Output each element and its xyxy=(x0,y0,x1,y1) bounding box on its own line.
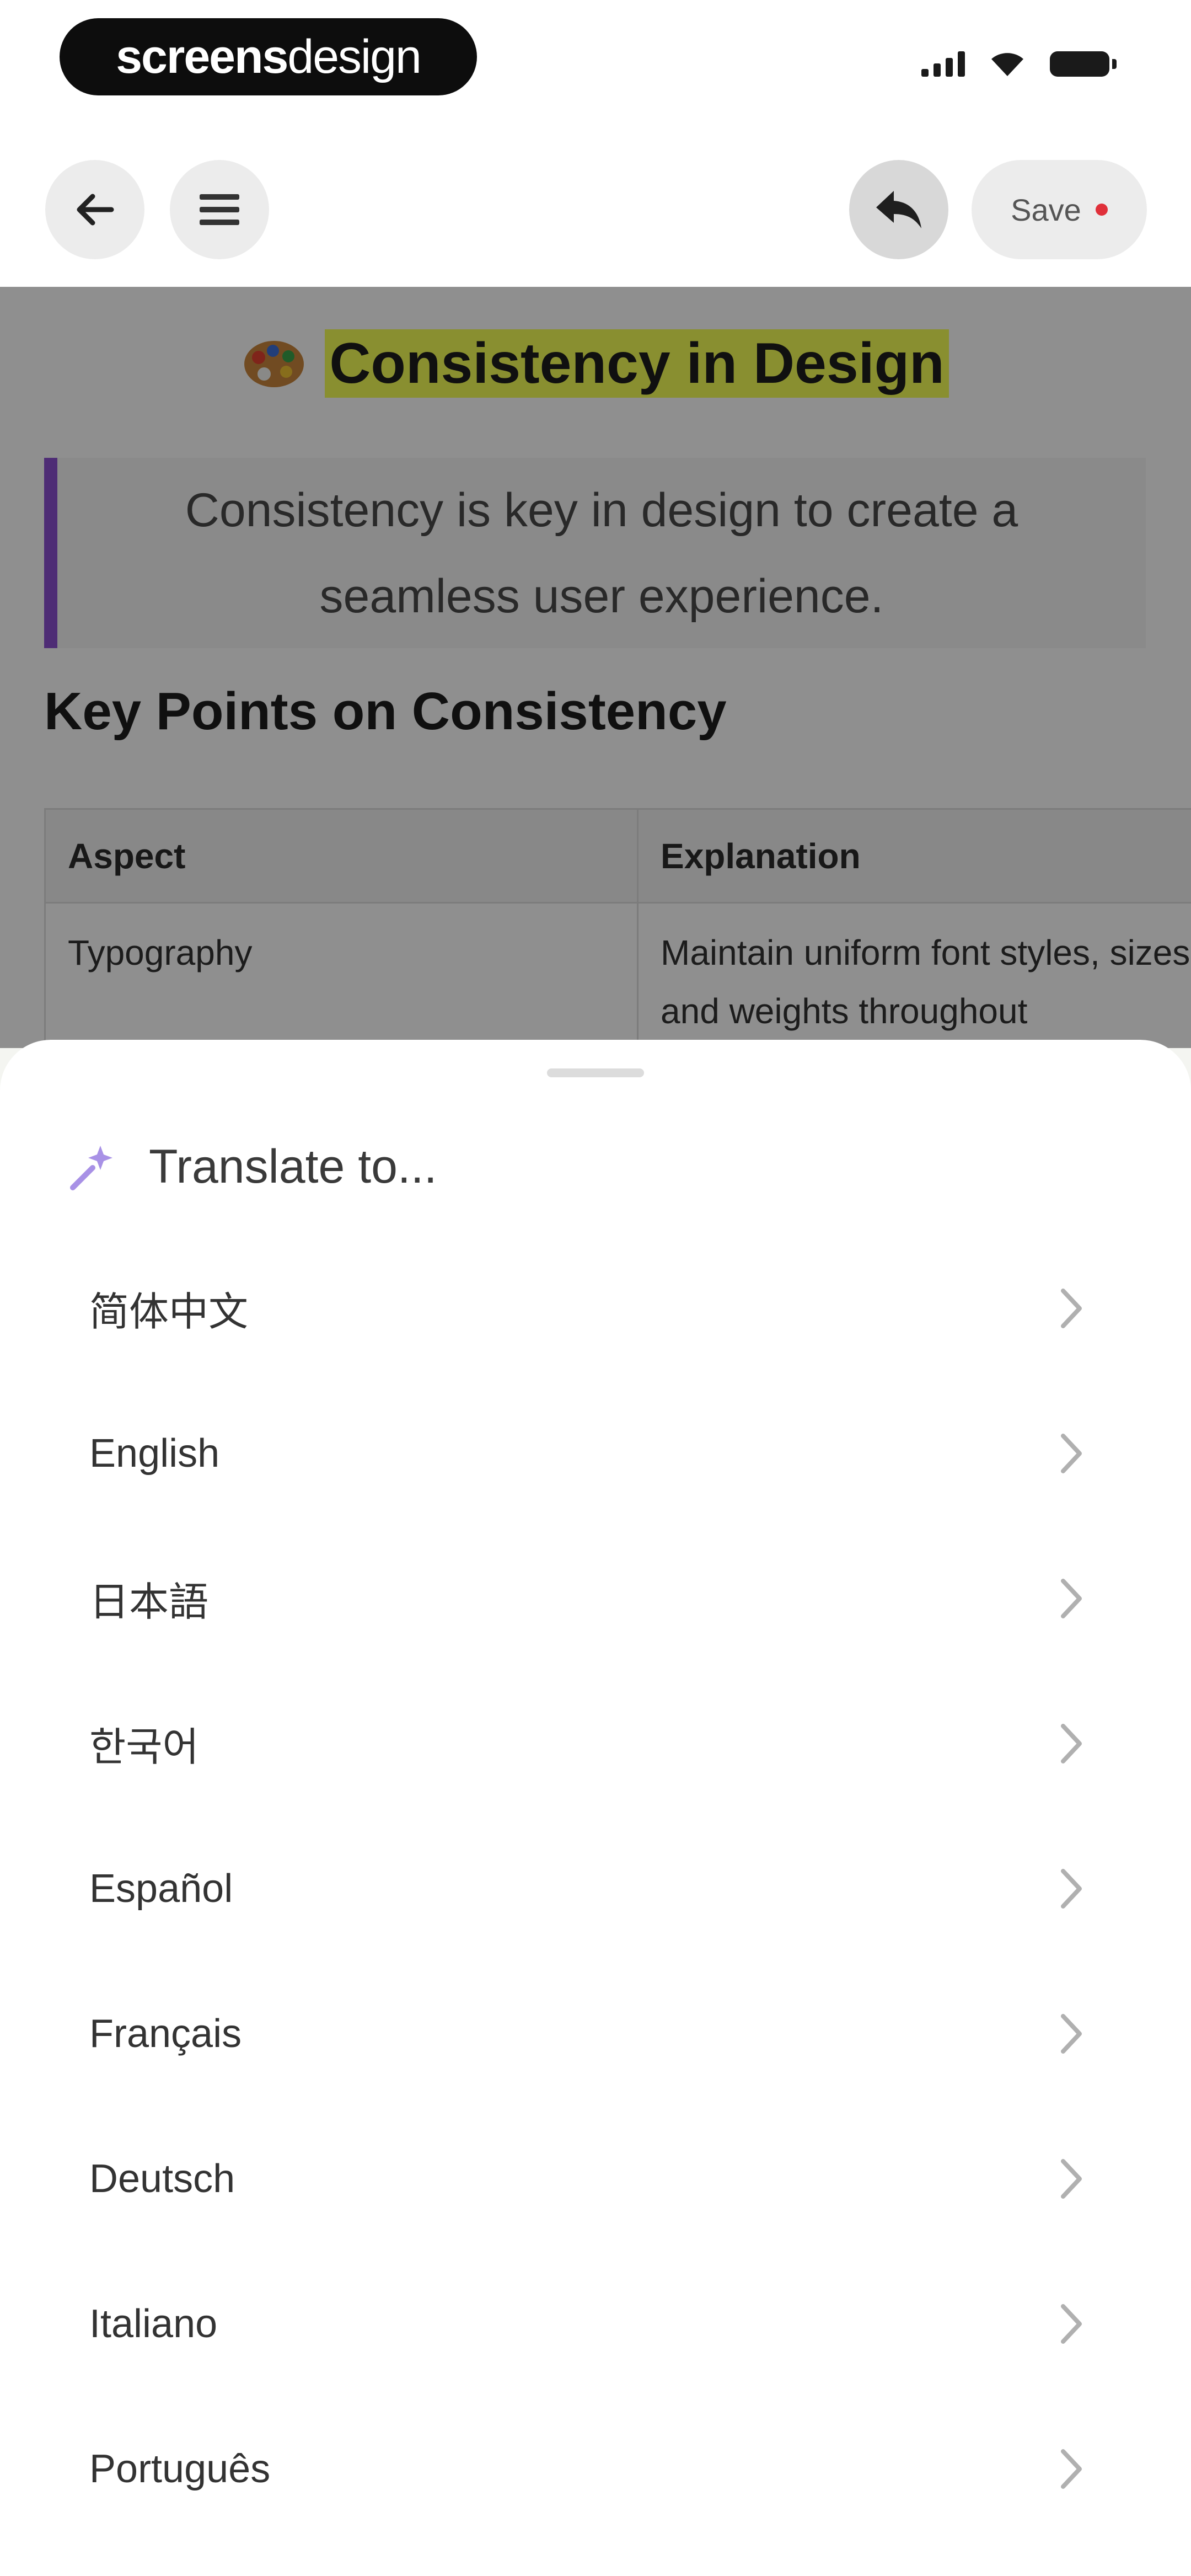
language-option[interactable]: 한국어 xyxy=(0,1671,1191,1816)
language-option[interactable]: Português xyxy=(0,2396,1191,2541)
language-label: Italiano xyxy=(89,2301,218,2346)
unsaved-indicator-dot xyxy=(1095,204,1108,216)
brand-logo: screens design xyxy=(60,18,477,95)
language-label: Français xyxy=(89,2011,242,2056)
magic-wand-icon xyxy=(70,1146,112,1190)
battery-icon xyxy=(1050,51,1117,77)
list-icon xyxy=(200,194,239,225)
language-label: English xyxy=(89,1431,220,1476)
chevron-right-icon xyxy=(1061,2014,1082,2054)
language-label: Español xyxy=(89,1866,233,1911)
sheet-drag-handle[interactable] xyxy=(547,1068,644,1077)
language-label: 한국어 xyxy=(89,1725,199,1770)
brand-logo-light: design xyxy=(287,30,421,83)
status-bar: screens design xyxy=(0,0,1191,121)
language-option[interactable]: Français xyxy=(0,1961,1191,2106)
chevron-right-icon xyxy=(1061,1724,1082,1763)
brand-logo-bold: screens xyxy=(116,30,288,83)
save-button-label: Save xyxy=(1011,192,1081,227)
language-label: 日本語 xyxy=(89,1580,209,1624)
language-option[interactable]: Italiano xyxy=(0,2251,1191,2396)
chevron-right-icon xyxy=(1061,2304,1082,2344)
language-label: 简体中文 xyxy=(89,1290,249,1334)
outline-button[interactable] xyxy=(170,160,269,259)
language-option[interactable]: English xyxy=(0,1381,1191,1526)
wifi-icon xyxy=(991,53,1023,76)
save-button[interactable]: Save xyxy=(972,160,1147,259)
language-option[interactable]: Español xyxy=(0,1816,1191,1961)
language-option[interactable]: 日本語 xyxy=(0,1526,1191,1671)
back-button[interactable] xyxy=(45,160,144,259)
language-list: 简体中文 English 日本語 한국어 Español Français De… xyxy=(0,1236,1191,2541)
arrow-left-icon xyxy=(77,194,114,226)
language-label: Português xyxy=(89,2446,271,2491)
chevron-right-icon xyxy=(1061,1289,1082,1328)
cellular-signal-icon xyxy=(921,51,965,77)
chevron-right-icon xyxy=(1061,1579,1082,1618)
toolbar: Save xyxy=(0,121,1191,287)
modal-backdrop[interactable] xyxy=(0,287,1191,1048)
language-option[interactable]: Deutsch xyxy=(0,2106,1191,2251)
chevron-right-icon xyxy=(1061,2449,1082,2489)
language-option[interactable]: 简体中文 xyxy=(0,1236,1191,1381)
reply-button[interactable] xyxy=(849,160,948,259)
chevron-right-icon xyxy=(1061,2159,1082,2199)
translate-bottom-sheet: Translate to... 简体中文 English 日本語 한국어 Esp… xyxy=(0,1040,1191,2576)
reply-arrow-icon xyxy=(876,191,921,228)
sheet-header: Translate to... xyxy=(66,1134,437,1200)
sheet-title: Translate to... xyxy=(149,1140,437,1193)
status-icons xyxy=(921,51,1117,77)
chevron-right-icon xyxy=(1061,1434,1082,1473)
language-label: Deutsch xyxy=(89,2156,235,2201)
chevron-right-icon xyxy=(1061,1869,1082,1909)
